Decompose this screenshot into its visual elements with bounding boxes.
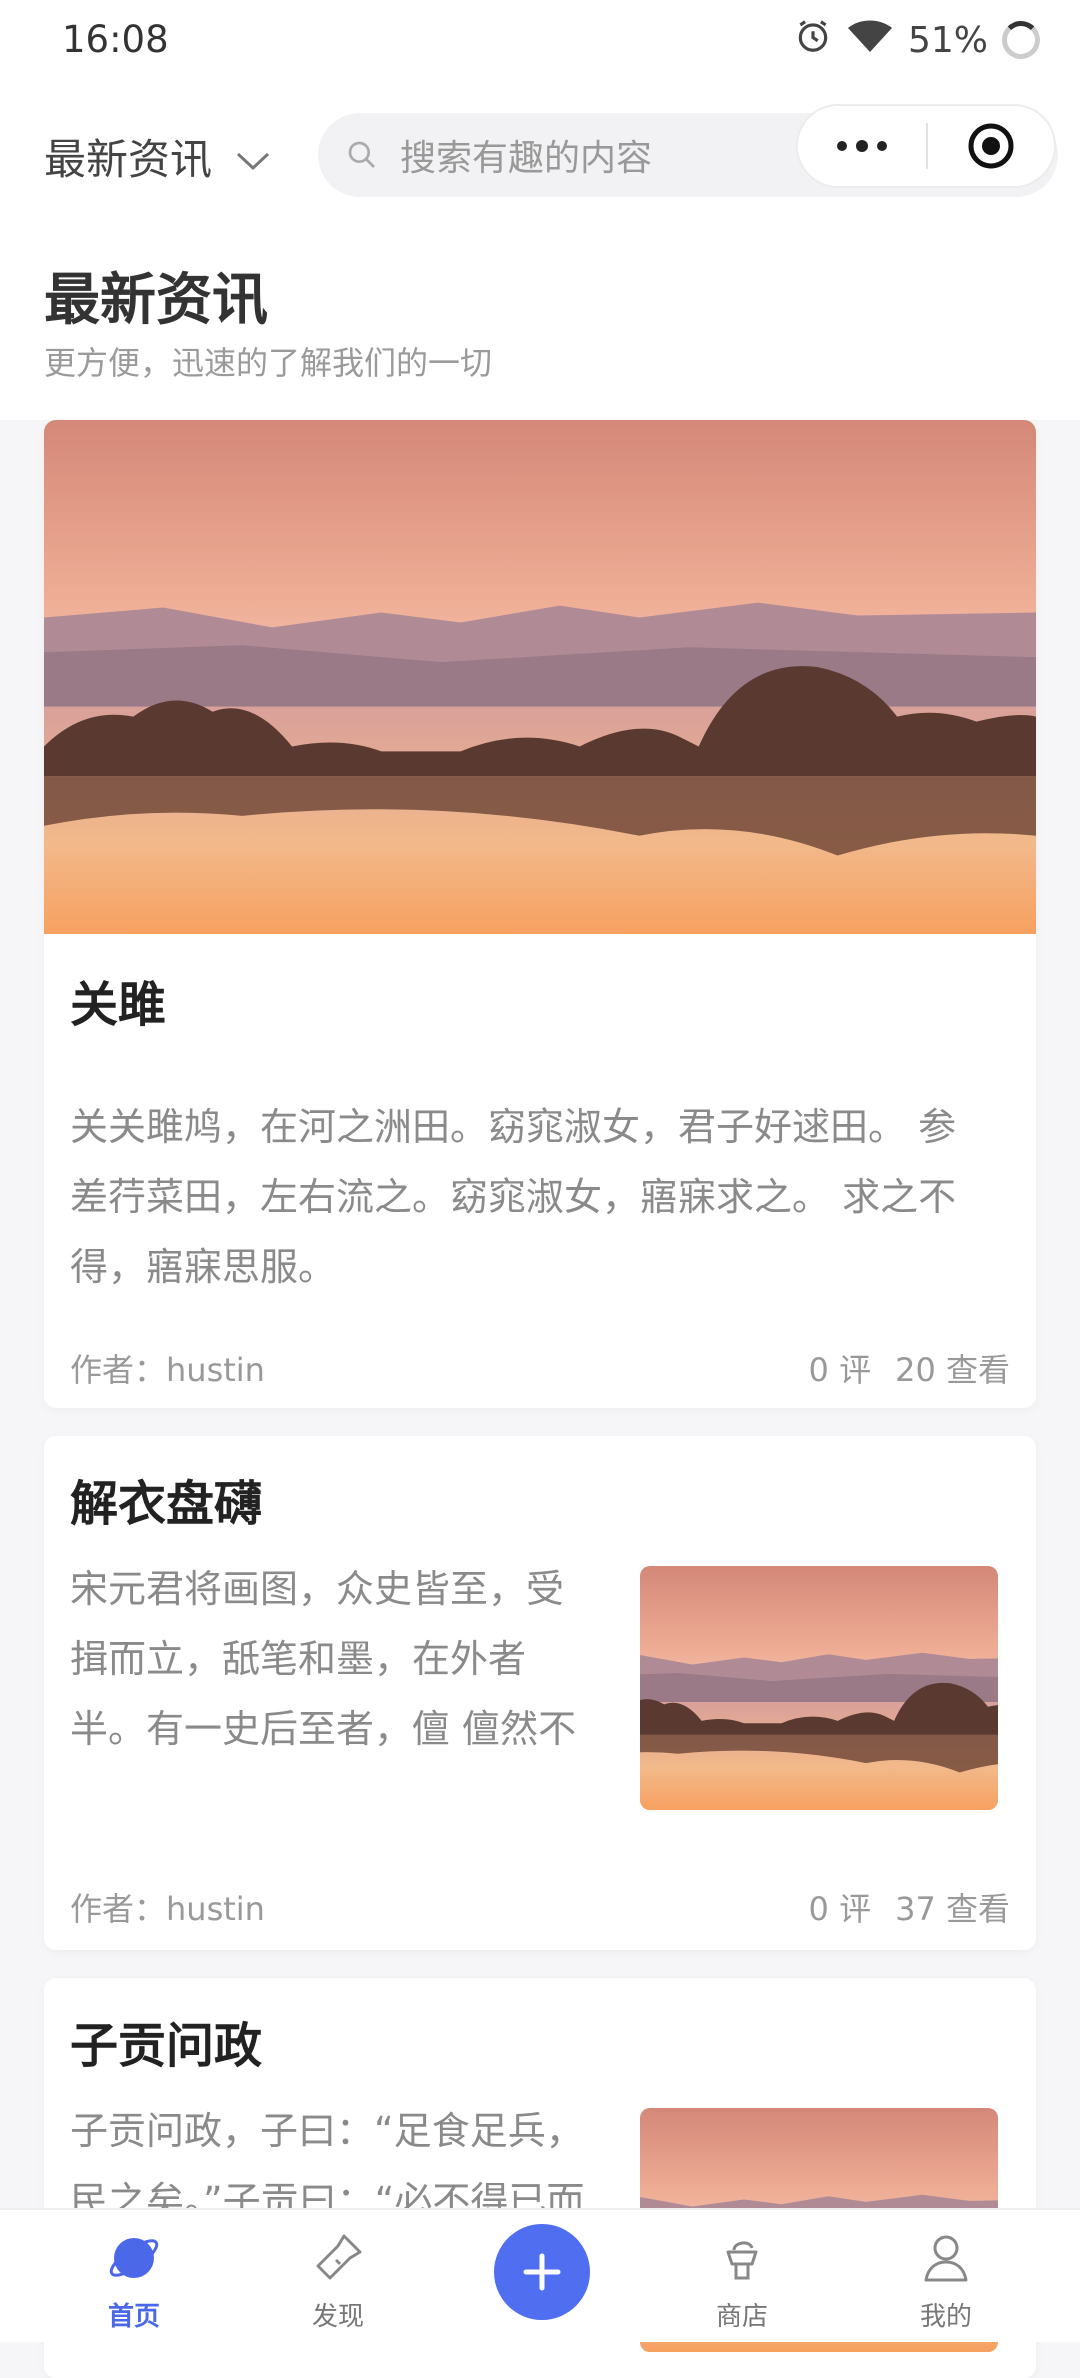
user-icon (918, 2230, 974, 2286)
status-icons: 51% (794, 16, 1040, 64)
comment-count: 0 评 (808, 1890, 872, 1928)
view-count: 37 查看 (895, 1890, 1010, 1928)
article-author: 作者：hustin (70, 1351, 265, 1389)
battery-percent: 51% (907, 19, 988, 61)
article-card[interactable]: 解衣盘礴 宋元君将画图，众史皆至，受 揖而立，舐笔和墨，在外者 半。有一史后至者… (44, 1436, 1036, 1950)
page-header: 最新资讯 更方便，迅速的了解我们的一切 (0, 220, 1080, 420)
article-stats: 0 评 37 查看 (809, 1884, 1010, 1930)
tab-label: 我的 (919, 2302, 972, 2332)
chevron-down-icon (236, 132, 270, 181)
article-title: 关雎 (70, 977, 167, 1033)
flashlight-icon (310, 2230, 366, 2286)
top-bar: 最新资讯 搜索有趣的内容 (0, 80, 1080, 220)
article-title: 解衣盘礴 (70, 1476, 263, 1532)
alarm-icon (794, 17, 832, 64)
tab-discover[interactable]: 发现 (268, 2210, 408, 2342)
search-icon (346, 139, 378, 171)
tab-shop[interactable]: 商店 (672, 2210, 812, 2342)
tab-me[interactable]: 我的 (876, 2210, 1016, 2342)
search-placeholder: 搜索有趣的内容 (400, 138, 653, 179)
article-author: 作者：hustin (70, 1890, 265, 1928)
article-cover-image (44, 420, 1036, 934)
mini-program-capsule (796, 104, 1056, 188)
article-card[interactable]: 关雎 关关雎鸠，在河之洲田。窈窕淑女，君子好逑田。 参 差荇菜田，左右流之。窈窕… (44, 420, 1036, 1408)
status-bar: 16:08 51% (0, 0, 1080, 80)
battery-icon (1002, 21, 1040, 59)
tab-label: 发现 (311, 2302, 364, 2332)
tab-home[interactable]: 首页 (64, 2210, 204, 2342)
close-target-icon[interactable] (928, 121, 1054, 171)
wifi-icon (846, 17, 894, 64)
plus-icon (523, 2253, 561, 2291)
add-button[interactable] (494, 2224, 590, 2320)
view-count: 20 查看 (895, 1351, 1010, 1389)
more-icon[interactable] (798, 139, 926, 153)
article-excerpt: 关关雎鸠，在河之洲田。窈窕淑女，君子好逑田。 参 差荇菜田，左右流之。窈窕淑女，… (70, 1105, 957, 1289)
bottom-tab-bar: 首页 发现 商店 我的 (0, 2208, 1080, 2342)
tab-label: 商店 (715, 2302, 768, 2332)
comment-count: 0 评 (808, 1351, 872, 1389)
article-thumbnail (640, 1566, 998, 1810)
channel-label: 最新资讯 (44, 135, 213, 184)
article-excerpt: 宋元君将画图，众史皆至，受 揖而立，舐笔和墨，在外者 半。有一史后至者，儃 儃然… (70, 1567, 577, 1751)
article-stats: 0 评 20 查看 (809, 1345, 1010, 1391)
status-time: 16:08 (62, 18, 169, 61)
channel-selector[interactable]: 最新资讯 (44, 126, 270, 187)
planet-icon (106, 2230, 162, 2286)
article-title: 子贡问政 (70, 2018, 263, 2074)
page-title: 最新资讯 (44, 268, 268, 333)
page-subtitle: 更方便，迅速的了解我们的一切 (44, 344, 493, 382)
shop-icon (714, 2230, 770, 2286)
tab-label: 首页 (107, 2302, 160, 2332)
